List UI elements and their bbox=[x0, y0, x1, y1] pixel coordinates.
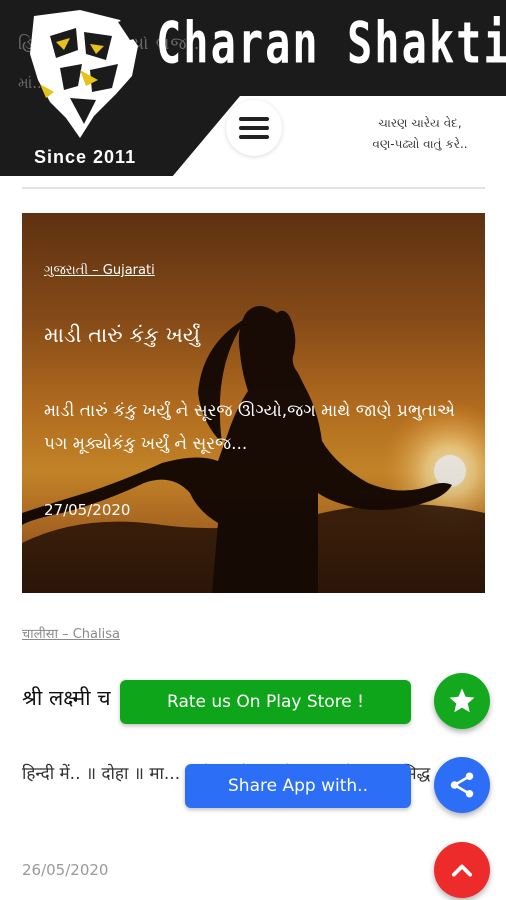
featured-post-card[interactable]: ગુજરાતી – Gujarati માડી તારું કંકુ ખર્યુ… bbox=[22, 213, 485, 593]
share-app-button[interactable]: Share App with.. bbox=[185, 764, 411, 808]
post-date: 27/05/2020 bbox=[44, 501, 131, 519]
rate-us-button[interactable]: Rate us On Play Store ! bbox=[120, 680, 411, 724]
share-icon bbox=[450, 772, 474, 798]
star-icon bbox=[449, 688, 475, 713]
hamburger-menu-icon bbox=[239, 117, 269, 139]
post-date-2: 26/05/2020 bbox=[22, 861, 109, 879]
post-title[interactable]: માડી તારું કંકુ ખર્યું bbox=[44, 323, 200, 348]
tagline-line-2: વણ-પઢ્યો વાતું કરે.. bbox=[372, 137, 468, 151]
category-link-chalisa[interactable]: चालीसा – Chalisa bbox=[22, 624, 120, 642]
post-title-2[interactable]: श्री लक्ष्मी च bbox=[22, 684, 111, 712]
post-excerpt: માડી તારું કંકુ ખર્યું ને સૂરજ ઊગ્યો,જગ … bbox=[44, 401, 455, 454]
category-link[interactable]: ગુજરાતી – Gujarati bbox=[44, 263, 155, 278]
brand-title: Charan Shakti bbox=[156, 10, 506, 77]
chevron-up-icon bbox=[451, 864, 473, 877]
share-fab[interactable] bbox=[434, 757, 490, 813]
site-header: હિ...માં જા...ણ્યો ભજ... માં... ભા...માં… bbox=[0, 0, 506, 176]
header-divider bbox=[22, 187, 485, 189]
menu-button[interactable] bbox=[226, 100, 282, 156]
rate-fab[interactable] bbox=[434, 673, 490, 729]
since-label: Since 2011 bbox=[34, 147, 137, 167]
scroll-to-top-button[interactable] bbox=[434, 842, 490, 898]
tagline: ચારણ ચારેય વેદ, વણ-પઢ્યો વાતું કરે.. bbox=[350, 113, 490, 155]
tagline-line-1: ચારણ ચારેય વેદ, bbox=[378, 116, 462, 130]
lion-logo-icon[interactable] bbox=[20, 6, 150, 146]
